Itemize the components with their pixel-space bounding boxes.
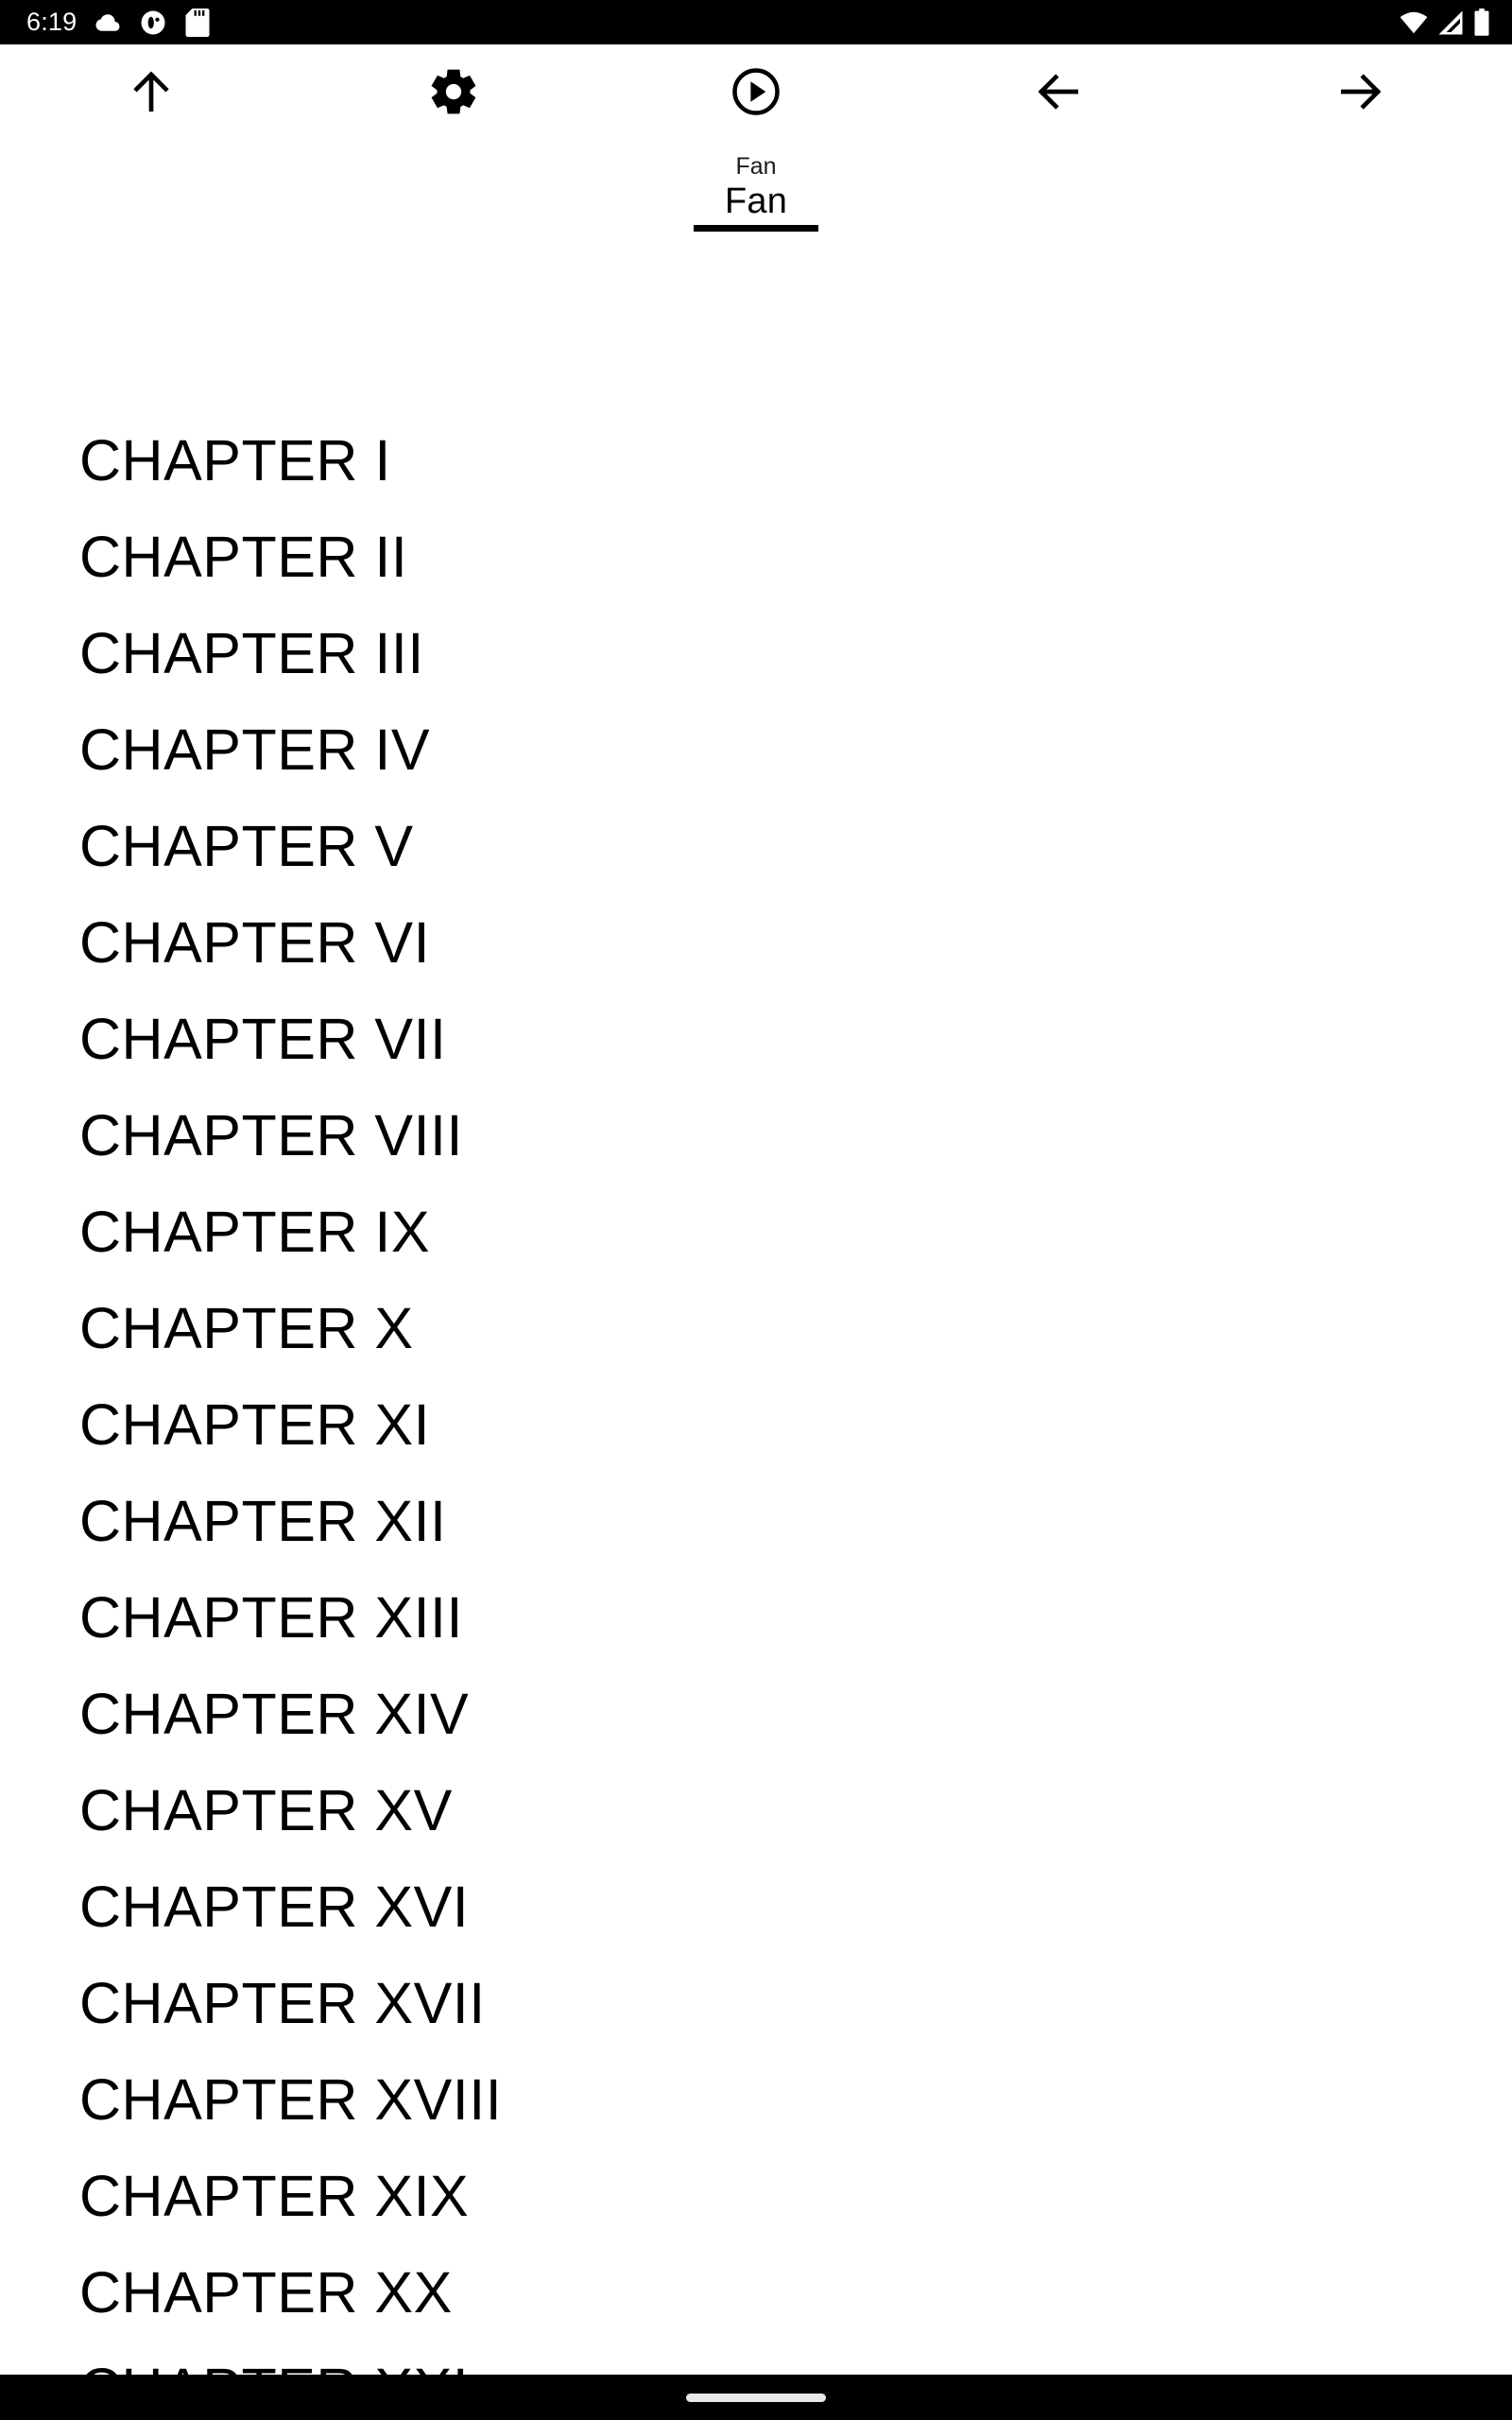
system-navigation-bar xyxy=(0,2375,1512,2420)
chapter-list-item-label: CHAPTER V xyxy=(79,813,414,878)
status-bar-clock: 6:19 xyxy=(26,8,77,36)
wifi-icon xyxy=(1400,11,1428,33)
chapter-list-item[interactable]: CHAPTER XIV xyxy=(0,1666,1512,1762)
sd-card-icon xyxy=(185,8,210,37)
chapter-list-item-label: CHAPTER XVI xyxy=(79,1874,470,1939)
chapter-list-item[interactable]: CHAPTER IV xyxy=(0,701,1512,798)
chapter-list-item[interactable]: CHAPTER XII xyxy=(0,1473,1512,1569)
arrow-left-icon xyxy=(1038,74,1078,110)
chapter-list-item-label: CHAPTER XVIII xyxy=(79,2066,503,2132)
chapter-list-item[interactable]: CHAPTER VI xyxy=(0,894,1512,991)
app-screen: 6:19 Fan Fan CHAPTER I CHAPTER II CHAPTE… xyxy=(0,0,1512,2420)
chapter-list-item-label: CHAPTER XV xyxy=(79,1777,453,1842)
chapter-list-item-label: CHAPTER XIX xyxy=(79,2163,470,2228)
chapter-list-item[interactable]: CHAPTER IX xyxy=(0,1184,1512,1280)
chapter-list-item-label: CHAPTER II xyxy=(79,524,408,589)
chapter-list-item[interactable]: CHAPTER III xyxy=(0,605,1512,701)
chapter-list-item[interactable]: CHAPTER X xyxy=(0,1280,1512,1376)
status-bar-right-group xyxy=(1399,8,1491,37)
gesture-home-pill[interactable] xyxy=(686,2393,826,2402)
chapter-list-item[interactable]: CHAPTER II xyxy=(0,509,1512,605)
chapter-list-item[interactable]: CHAPTER XIII xyxy=(0,1569,1512,1666)
chapter-list-item-label: CHAPTER XI xyxy=(79,1392,431,1457)
chapter-list[interactable]: CHAPTER I CHAPTER II CHAPTER III CHAPTER IV… xyxy=(0,284,1512,2420)
cellular-signal-icon xyxy=(1438,10,1463,34)
settings-button[interactable] xyxy=(408,46,499,137)
arrow-up-icon xyxy=(133,71,169,112)
chapter-list-item[interactable]: CHAPTER VIII xyxy=(0,1087,1512,1184)
chapter-list-item-label: CHAPTER VI xyxy=(79,909,431,975)
chapter-list-item[interactable]: CHAPTER XVI xyxy=(0,1858,1512,1955)
status-bar-left-group: 6:19 xyxy=(26,8,211,37)
chapter-list-item-label: CHAPTER XVII xyxy=(79,1970,486,2035)
chapter-list-item[interactable]: CHAPTER XIX xyxy=(0,2148,1512,2244)
play-circle-icon xyxy=(732,68,780,115)
chapter-list-item-label: CHAPTER XX xyxy=(79,2259,453,2325)
chapter-list-item-label: CHAPTER VII xyxy=(79,1006,447,1071)
tab-selected-indicator xyxy=(694,225,818,232)
scroll-to-top-button[interactable] xyxy=(106,46,197,137)
chapter-list-item-label: CHAPTER IV xyxy=(79,717,431,782)
contrast-circle-icon xyxy=(141,10,165,34)
tab-bar: Fan Fan xyxy=(0,144,1512,232)
chapter-list-item-label: CHAPTER XII xyxy=(79,1488,447,1553)
chapter-list-item[interactable]: CHAPTER XVIII xyxy=(0,2051,1512,2148)
status-bar: 6:19 xyxy=(0,0,1512,44)
forward-button[interactable] xyxy=(1315,46,1406,137)
chapter-list-item[interactable]: CHAPTER XVII xyxy=(0,1955,1512,2051)
chapter-list-item-label: CHAPTER VIII xyxy=(79,1102,463,1167)
chapter-list-item-label: CHAPTER I xyxy=(79,427,391,493)
top-toolbar xyxy=(0,44,1512,144)
chapter-list-item-label: CHAPTER III xyxy=(79,620,424,685)
chapter-list-item[interactable]: CHAPTER V xyxy=(0,798,1512,894)
battery-icon xyxy=(1474,8,1489,36)
arrow-right-icon xyxy=(1341,74,1382,110)
chapter-list-item[interactable]: CHAPTER I xyxy=(0,412,1512,509)
tab-fan-label: Fan xyxy=(724,182,788,221)
back-button[interactable] xyxy=(1013,46,1104,137)
chapter-list-item[interactable]: CHAPTER XX xyxy=(0,2244,1512,2341)
tab-fan[interactable]: Fan xyxy=(694,183,818,232)
chapter-list-item-label: CHAPTER IX xyxy=(79,1199,431,1264)
chapter-list-item[interactable]: CHAPTER XI xyxy=(0,1376,1512,1473)
play-button[interactable] xyxy=(711,46,801,137)
chapter-list-item-label: CHAPTER XIV xyxy=(79,1681,470,1746)
chapter-list-item-label: CHAPTER X xyxy=(79,1295,414,1360)
gear-icon xyxy=(431,69,476,114)
chapter-list-item[interactable]: CHAPTER VII xyxy=(0,991,1512,1087)
chapter-list-item-label: CHAPTER XIII xyxy=(79,1584,463,1650)
chapter-list-item[interactable]: CHAPTER XV xyxy=(0,1762,1512,1858)
tab-sublabel: Fan xyxy=(735,153,777,180)
cloud-icon xyxy=(95,13,120,31)
